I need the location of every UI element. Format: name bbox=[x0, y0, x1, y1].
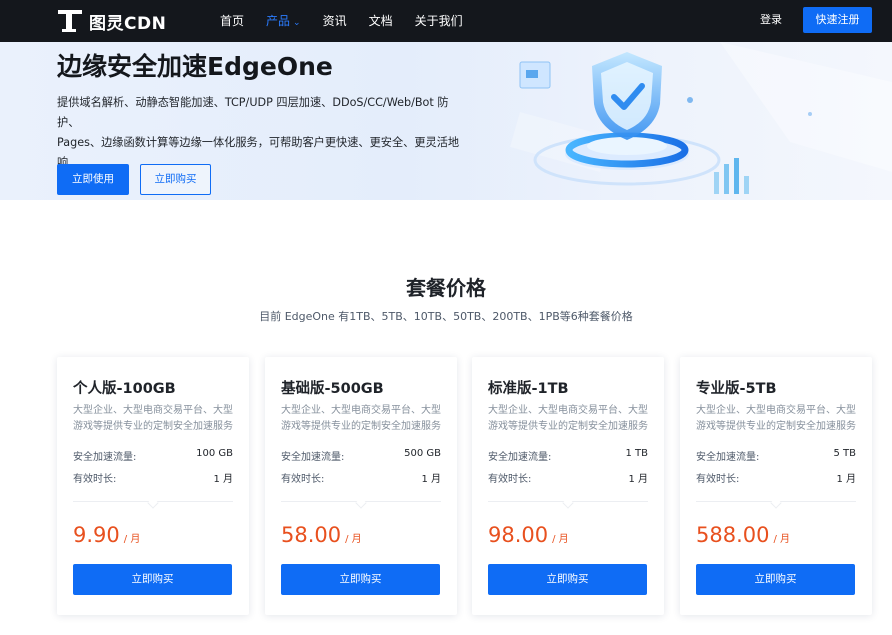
plan-card-pro: 专业版-5TB 大型企业、大型电商交易平台、大型游戏等提供专业的定制安全加速服务… bbox=[680, 357, 872, 615]
divider-notch bbox=[562, 497, 574, 509]
traffic-value: 100 GB bbox=[196, 448, 233, 459]
nav-products-label: 产品 bbox=[266, 14, 291, 28]
security-illustration bbox=[490, 42, 892, 200]
plan-name: 标准版-1TB bbox=[488, 381, 569, 397]
traffic-value: 500 GB bbox=[404, 448, 441, 459]
price-unit: / 月 bbox=[552, 534, 569, 545]
register-button[interactable]: 快速注册 bbox=[803, 7, 872, 33]
price-unit: / 月 bbox=[123, 534, 141, 545]
plan-description: 大型企业、大型电商交易平台、大型游戏等提供专业的定制安全加速服务 bbox=[281, 405, 441, 432]
divider-notch bbox=[770, 497, 782, 509]
plan-duration-row: 有效时长: 1 月 bbox=[281, 470, 441, 485]
duration-value: 1 月 bbox=[213, 474, 233, 485]
plan-card-standard: 标准版-1TB 大型企业、大型电商交易平台、大型游戏等提供专业的定制安全加速服务… bbox=[472, 357, 664, 615]
plan-traffic-row: 安全加速流量: 1 TB bbox=[488, 448, 648, 463]
traffic-label: 安全加速流量: bbox=[696, 452, 760, 463]
plan-description: 大型企业、大型电商交易平台、大型游戏等提供专业的定制安全加速服务 bbox=[488, 405, 648, 432]
plan-card-basic: 基础版-500GB 大型企业、大型电商交易平台、大型游戏等提供专业的定制安全加速… bbox=[265, 357, 457, 615]
plan-name: 个人版-100GB bbox=[73, 381, 176, 397]
duration-label: 有效时长: bbox=[488, 474, 532, 485]
traffic-label: 安全加速流量: bbox=[488, 452, 552, 463]
duration-label: 有效时长: bbox=[73, 474, 117, 485]
nav-docs[interactable]: 文档 bbox=[369, 0, 393, 42]
price-amount: 588.00 bbox=[696, 523, 770, 547]
price-amount: 98.00 bbox=[488, 523, 549, 547]
logo-t-icon bbox=[57, 8, 83, 34]
traffic-label: 安全加速流量: bbox=[281, 452, 345, 463]
brand-name: 图灵CDN bbox=[89, 13, 167, 34]
duration-label: 有效时长: bbox=[281, 474, 325, 485]
price-amount: 9.90 bbox=[73, 523, 120, 547]
chevron-down-icon: ⌄ bbox=[293, 18, 301, 28]
plan-duration-row: 有效时长: 1 月 bbox=[73, 470, 233, 485]
plan-name: 基础版-500GB bbox=[281, 381, 384, 397]
buy-button[interactable]: 立即购买 bbox=[488, 564, 647, 595]
login-link[interactable]: 登录 bbox=[760, 0, 782, 40]
nav-products[interactable]: 产品 ⌄ bbox=[266, 0, 301, 42]
plan-price: 588.00/ 月 bbox=[696, 523, 790, 547]
top-navbar: 图灵CDN 首页 产品 ⌄ 资讯 文档 关于我们 登录 快速注册 bbox=[0, 0, 892, 42]
buy-button[interactable]: 立即购买 bbox=[696, 564, 855, 595]
plan-description: 大型企业、大型电商交易平台、大型游戏等提供专业的定制安全加速服务 bbox=[73, 405, 233, 432]
duration-value: 1 月 bbox=[836, 474, 856, 485]
plan-duration-row: 有效时长: 1 月 bbox=[488, 470, 648, 485]
price-unit: / 月 bbox=[773, 534, 791, 545]
use-now-button[interactable]: 立即使用 bbox=[57, 164, 129, 195]
plan-name: 专业版-5TB bbox=[696, 381, 777, 397]
plan-traffic-row: 安全加速流量: 100 GB bbox=[73, 448, 233, 463]
buy-now-button[interactable]: 立即购买 bbox=[140, 164, 211, 195]
shield-check-icon bbox=[510, 42, 892, 194]
divider-notch bbox=[355, 497, 367, 509]
traffic-label: 安全加速流量: bbox=[73, 452, 137, 463]
price-amount: 58.00 bbox=[281, 523, 342, 547]
hero-banner: 边缘安全加速EdgeOne 提供域名解析、动静态智能加速、TCP/UDP 四层加… bbox=[0, 42, 892, 200]
plan-price: 9.90/ 月 bbox=[73, 523, 140, 547]
plan-price: 58.00/ 月 bbox=[281, 523, 362, 547]
buy-button[interactable]: 立即购买 bbox=[281, 564, 440, 595]
pricing-subtitle: 目前 EdgeOne 有1TB、5TB、10TB、50TB、200TB、1PB等… bbox=[259, 310, 633, 323]
nav-home[interactable]: 首页 bbox=[220, 0, 244, 42]
nav-about[interactable]: 关于我们 bbox=[415, 0, 463, 42]
plan-duration-row: 有效时长: 1 月 bbox=[696, 470, 856, 485]
pricing-title: 套餐价格 bbox=[406, 276, 486, 300]
duration-value: 1 月 bbox=[421, 474, 441, 485]
duration-value: 1 月 bbox=[628, 474, 648, 485]
plan-card-personal: 个人版-100GB 大型企业、大型电商交易平台、大型游戏等提供专业的定制安全加速… bbox=[57, 357, 249, 615]
traffic-value: 1 TB bbox=[625, 448, 648, 459]
plan-traffic-row: 安全加速流量: 500 GB bbox=[281, 448, 441, 463]
plan-traffic-row: 安全加速流量: 5 TB bbox=[696, 448, 856, 463]
main-nav: 首页 产品 ⌄ 资讯 文档 关于我们 bbox=[220, 0, 485, 42]
traffic-value: 5 TB bbox=[833, 448, 856, 459]
nav-news[interactable]: 资讯 bbox=[323, 0, 347, 42]
brand-logo[interactable]: 图灵CDN bbox=[57, 6, 166, 36]
hero-desc-line: 提供域名解析、动静态智能加速、TCP/UDP 四层加速、DDoS/CC/Web/… bbox=[57, 96, 449, 129]
buy-button[interactable]: 立即购买 bbox=[73, 564, 232, 595]
divider-notch bbox=[147, 497, 159, 509]
price-unit: / 月 bbox=[345, 534, 362, 545]
plan-price: 98.00/ 月 bbox=[488, 523, 569, 547]
hero-title: 边缘安全加速EdgeOne bbox=[57, 52, 333, 81]
plan-description: 大型企业、大型电商交易平台、大型游戏等提供专业的定制安全加速服务 bbox=[696, 405, 856, 432]
duration-label: 有效时长: bbox=[696, 474, 740, 485]
